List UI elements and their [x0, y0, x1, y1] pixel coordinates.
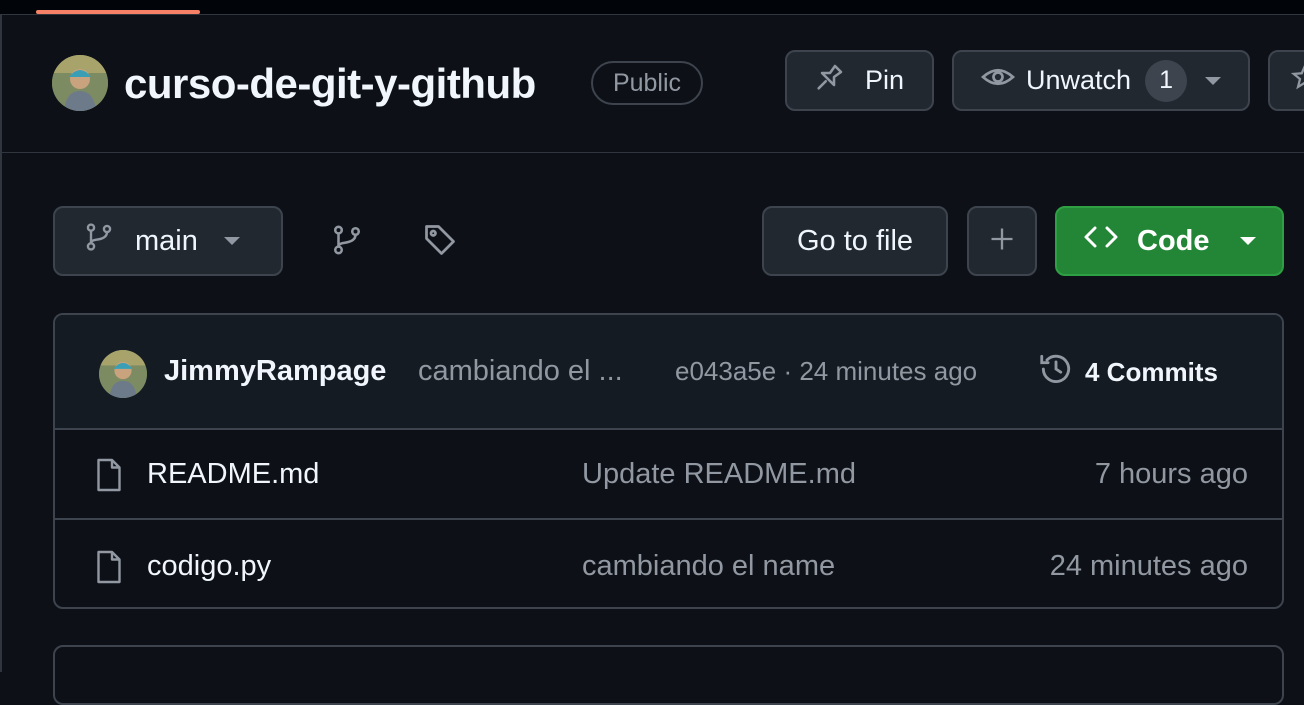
star-icon: [1290, 62, 1304, 99]
tag-icon: [422, 225, 458, 262]
active-tab-underline: [36, 10, 200, 14]
top-navigation-bar: [0, 0, 1304, 15]
owner-avatar[interactable]: [52, 55, 108, 111]
visibility-badge: Public: [591, 61, 703, 105]
add-file-button[interactable]: [967, 206, 1037, 276]
repo-header: curso-de-git-y-github Public Pin Unwatch…: [2, 16, 1304, 153]
repo-name[interactable]: curso-de-git-y-github: [124, 60, 536, 108]
file-name[interactable]: README.md: [147, 458, 319, 491]
commit-hash-time[interactable]: e043a5e · 24 minutes ago: [675, 356, 977, 387]
branch-selector[interactable]: main: [53, 206, 283, 276]
readme-panel: [53, 645, 1284, 705]
chevron-down-icon: [1239, 237, 1256, 245]
table-row[interactable]: codigo.py cambiando el name 24 minutes a…: [55, 522, 1282, 607]
file-list: JimmyRampage cambiando el ... e043a5e · …: [53, 313, 1284, 609]
watch-count-badge: 1: [1145, 59, 1188, 102]
pin-icon: [813, 60, 847, 101]
code-icon: [1083, 222, 1119, 260]
go-to-file-button[interactable]: Go to file: [762, 206, 948, 276]
file-commit-message[interactable]: Update README.md: [582, 458, 856, 491]
file-commit-age: 24 minutes ago: [1049, 550, 1248, 582]
plus-icon: [988, 225, 1016, 258]
git-branch-icon: [83, 220, 115, 262]
unwatch-label: Unwatch: [1026, 65, 1132, 95]
branches-link[interactable]: [330, 222, 364, 263]
pin-button[interactable]: Pin: [785, 50, 934, 111]
pin-label: Pin: [865, 65, 905, 95]
star-button[interactable]: [1268, 50, 1304, 111]
git-branch-icon: [330, 225, 364, 262]
commits-count: 4 Commits: [1085, 356, 1218, 387]
code-label: Code: [1137, 224, 1210, 257]
eye-icon: [980, 59, 1016, 102]
file-icon: [93, 457, 125, 498]
author-avatar[interactable]: [99, 350, 147, 398]
unwatch-button[interactable]: Unwatch 1: [952, 50, 1250, 111]
tags-link[interactable]: [422, 222, 458, 263]
file-commit-age: 7 hours ago: [1094, 458, 1248, 490]
commit-message[interactable]: cambiando el ...: [418, 355, 623, 388]
file-icon: [93, 549, 125, 590]
commits-link[interactable]: 4 Commits: [1037, 352, 1218, 392]
history-icon: [1037, 350, 1075, 395]
file-name[interactable]: codigo.py: [147, 550, 271, 583]
code-button[interactable]: Code: [1055, 206, 1284, 276]
branch-name: main: [135, 224, 198, 257]
latest-commit-bar: JimmyRampage cambiando el ... e043a5e · …: [55, 315, 1282, 430]
chevron-down-icon: [223, 237, 240, 245]
table-row[interactable]: README.md Update README.md 7 hours ago: [55, 430, 1282, 520]
file-commit-message[interactable]: cambiando el name: [582, 550, 835, 583]
chevron-down-icon: [1205, 76, 1222, 85]
commit-author[interactable]: JimmyRampage: [164, 355, 386, 388]
